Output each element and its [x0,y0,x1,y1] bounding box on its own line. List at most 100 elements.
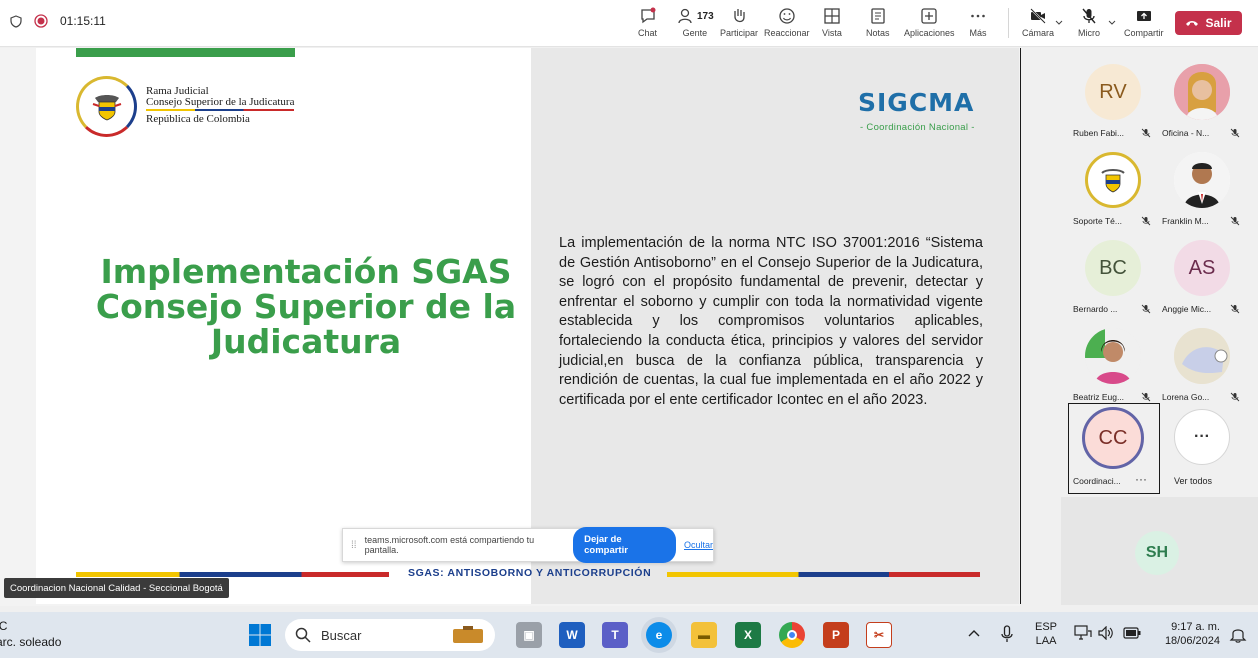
judicial-seal-logo [76,76,137,137]
language-indicator[interactable]: ESP LAA [1035,620,1057,648]
mic-off-icon [1082,8,1096,24]
avatar-photo [1174,64,1230,120]
notes-icon [871,8,885,24]
weather-widget[interactable]: °C Parc. soleado [0,618,61,650]
slide-footer-caption: SGAS: ANTISOBORNO Y ANTICORRUPCIÓN [408,567,652,579]
avatar: BC [1085,240,1141,296]
camera-chevron-icon[interactable] [1055,20,1063,26]
search-icon [295,627,311,643]
participant-tile[interactable]: Soporte Té... [1069,144,1157,232]
stage-divider [1020,48,1021,604]
meeting-toolbar: 01:15:11 Chat 173 Gente Participar Reacc… [0,0,1258,47]
chrome-icon[interactable] [779,622,805,648]
clock[interactable]: 9:17 a. m. 18/06/2024 [1156,620,1220,648]
grid-icon [824,8,840,24]
battery-icon[interactable] [1123,627,1141,639]
shield-icon [10,14,22,28]
participant-name: Bernardo ... [1073,304,1118,314]
camera-button[interactable]: Cámara [1022,7,1054,38]
screen-share-bar: ⁞⁞ teams.microsoft.com está compartiendo… [342,527,714,563]
avatar: SH [1135,531,1179,575]
windows-start-icon[interactable] [248,623,272,647]
participant-tile[interactable]: BC Bernardo ... [1069,232,1157,320]
avatar-photo [1174,328,1230,384]
sigcma-subtitle: - Coordinación Nacional - [860,122,975,133]
participant-name: Franklin M... [1162,216,1209,226]
camera-off-icon [1030,8,1046,24]
participant-tile[interactable]: Lorena Go... [1158,320,1246,408]
smile-icon [779,8,795,24]
microphone-tray-icon[interactable] [1000,625,1014,643]
avatar-photo [1174,152,1230,208]
leave-button[interactable]: Salir [1175,11,1242,35]
notes-button[interactable]: Notas [866,7,890,38]
tile-more-icon[interactable]: ··· [1135,472,1147,486]
record-icon [34,14,48,28]
flag-band-left [76,572,389,577]
excel-icon[interactable]: X [735,622,761,648]
participant-tile[interactable]: Oficina - N... [1158,56,1246,144]
more-icon [971,14,985,18]
react-button[interactable]: Reaccionar [764,7,810,38]
task-view-icon[interactable]: ▣ [516,622,542,648]
taskbar-search[interactable]: Buscar [285,619,495,651]
more-participants-icon: ··· [1174,409,1230,465]
powerpoint-icon[interactable]: P [823,622,849,648]
participant-tile[interactable]: Beatriz Eug... [1069,320,1157,408]
volume-icon[interactable] [1098,626,1114,640]
view-all-tile[interactable]: ··· Ver todos [1158,403,1246,491]
participant-tile[interactable]: AS Anggie Mic... [1158,232,1246,320]
participant-name: Ruben Fabi... [1073,128,1125,138]
participant-tile[interactable]: Franklin M... [1158,144,1246,232]
search-highlight-icon [453,626,483,643]
hide-link[interactable]: Ocultar [684,540,713,550]
slide-title: Implementación SGAS Consejo Superior de … [95,252,517,361]
share-message: teams.microsoft.com está compartiendo tu… [364,535,535,555]
people-button[interactable]: 173 Gente [676,7,714,38]
notification-icon[interactable] [1229,625,1247,643]
avatar-logo [1085,152,1141,208]
participant-tile[interactable]: RV Ruben Fabi... [1069,56,1157,144]
mic-chevron-icon[interactable] [1108,20,1116,26]
mic-off-icon [1141,216,1151,226]
mic-off-icon [1141,128,1151,138]
edge-icon[interactable]: e [646,622,672,648]
participant-tile-self[interactable]: CC Coordinaci... ··· [1068,403,1160,494]
flag-separator [146,109,294,111]
avatar: RV [1085,64,1141,120]
hangup-icon [1186,21,1199,26]
coat-of-arms-icon [92,94,121,120]
network-icon[interactable] [1074,625,1092,641]
teams-icon[interactable]: T [602,622,628,648]
raise-hand-button[interactable]: Participar [720,7,758,38]
mic-off-icon [1230,304,1240,314]
stop-sharing-button[interactable]: Dejar de compartir [573,527,676,563]
snipping-tool-icon[interactable]: ✂ [866,622,892,648]
tray-chevron-icon[interactable] [968,629,980,637]
participant-tile[interactable]: SH [1061,497,1258,605]
participant-name: Coordinaci... [1073,476,1121,486]
share-button[interactable]: Compartir [1124,7,1164,38]
add-app-icon [921,8,937,24]
file-explorer-icon[interactable]: ▬ [691,622,717,648]
organization-heading: Rama Judicial Consejo Superior de la Jud… [146,86,294,125]
slide-accent-bar [76,48,295,57]
hand-icon [734,9,745,23]
chat-icon [640,7,655,24]
apps-button[interactable]: Aplicaciones [904,7,955,38]
participant-name: Lorena Go... [1162,392,1210,402]
avatar-photo [1085,328,1141,384]
org-line-3: República de Colombia [146,113,250,125]
people-icon [678,8,692,24]
chat-button[interactable]: Chat [638,7,657,38]
word-icon[interactable]: W [559,622,585,648]
participant-name: Beatriz Eug... [1073,392,1125,402]
drag-handle-icon[interactable]: ⁞⁞ [351,540,357,551]
recording-status: 01:15:11 [10,14,106,28]
view-button[interactable]: Vista [822,7,842,38]
slide-paragraph: La implementación de la norma NTC ISO 37… [559,235,983,408]
more-button[interactable]: Más [969,7,987,38]
mic-button[interactable]: Micro [1078,7,1100,38]
participant-name: Soporte Té... [1073,216,1122,226]
mic-off-icon [1141,304,1151,314]
